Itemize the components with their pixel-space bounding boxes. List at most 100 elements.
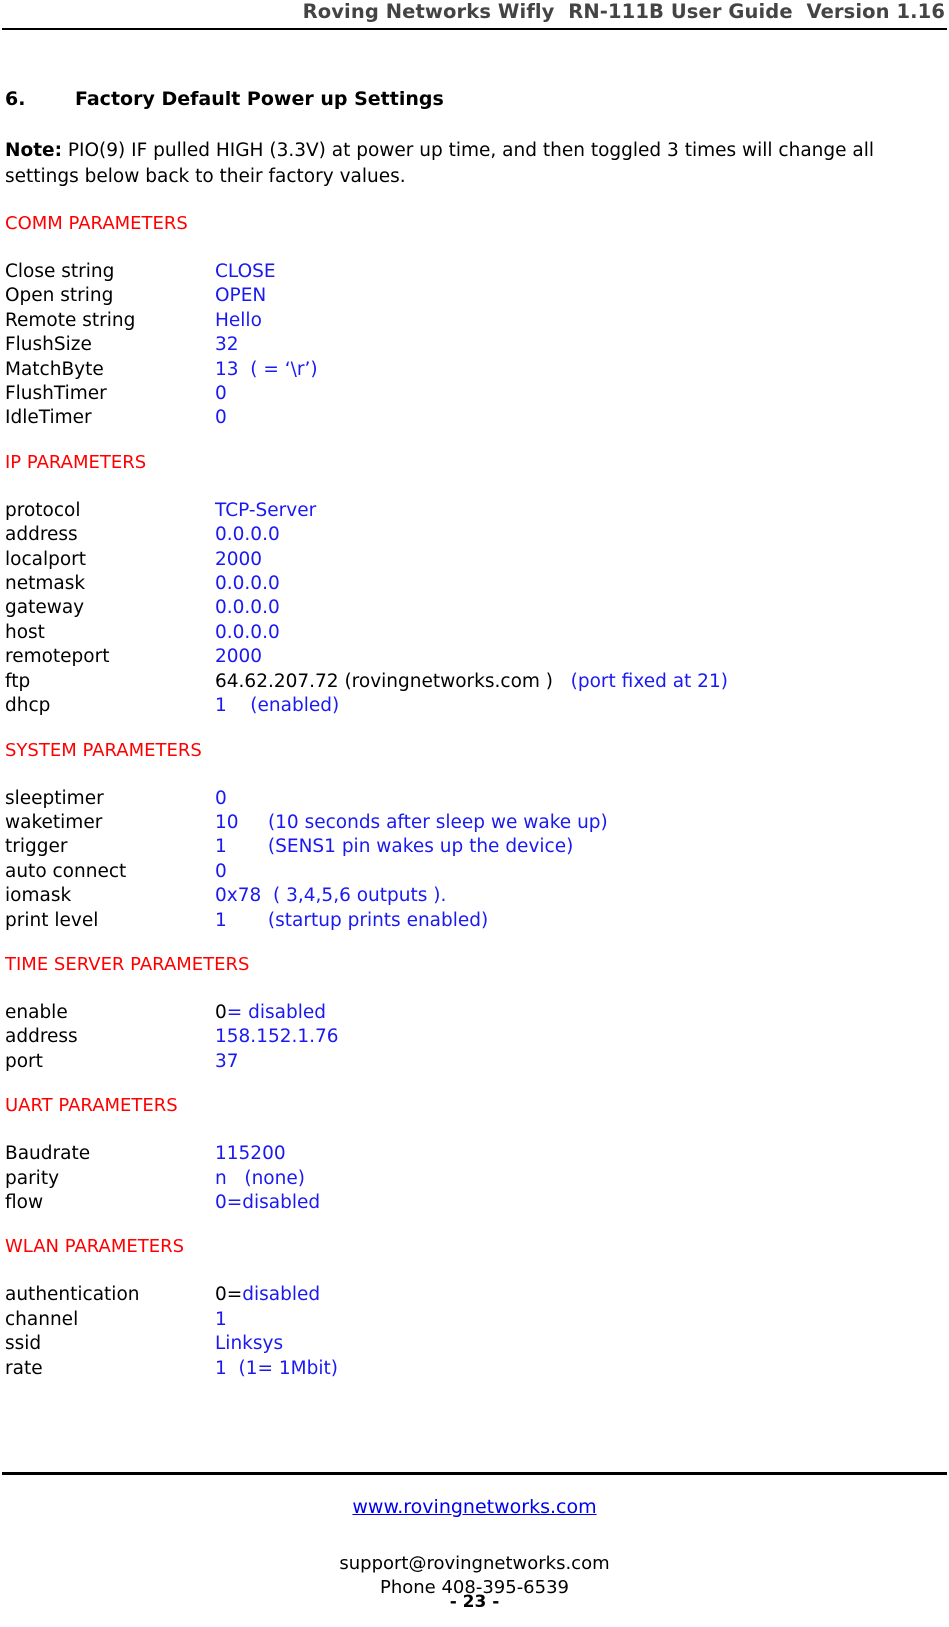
param-row: trigger 1 (SENS1 pin wakes up the device… <box>5 835 608 859</box>
section-title: Factory Default Power up Settings <box>75 88 444 110</box>
param-row: protocol TCP-Server <box>5 499 728 523</box>
param-value: 0 <box>215 860 227 882</box>
param-row: flow 0=disabled <box>5 1191 320 1215</box>
param-label: remoteport <box>5 646 110 668</box>
param-row: MatchByte 13 ( = ‘\r’) <box>5 358 318 382</box>
param-label: IdleTimer <box>5 407 92 429</box>
param-row: Open string OPEN <box>5 284 318 308</box>
param-row: FlushSize 32 <box>5 333 318 357</box>
param-label: Close string <box>5 261 115 282</box>
page-footer: www.rovingnetworks.com support@rovingnet… <box>0 1488 949 1600</box>
param-row: address 0.0.0.0 <box>5 523 728 547</box>
param-value: 0= disabled <box>215 1001 339 1025</box>
param-value: 13 ( = ‘\r’) <box>215 358 318 380</box>
footer-support-email: support@rovingnetworks.com <box>339 1553 610 1574</box>
param-row: waketimer 10 (10 seconds after sleep we … <box>5 811 608 835</box>
param-value: 37 <box>215 1050 239 1072</box>
group-title-comm: COMM PARAMETERS <box>5 213 188 234</box>
param-row: iomask 0x78 ( 3,4,5,6 outputs ). <box>5 884 608 908</box>
param-table-comm: Close string CLOSE Open string OPEN Remo… <box>5 260 318 431</box>
param-value: OPEN <box>215 285 267 307</box>
time-enable-digit: 0 <box>215 1001 227 1023</box>
param-row: IdleTimer 0 <box>5 406 318 430</box>
param-label: auto connect <box>5 860 127 882</box>
section-heading: 6. Factory Default Power up Settings <box>5 86 945 112</box>
param-value: 2000 <box>215 548 263 570</box>
group-title-uart: UART PARAMETERS <box>5 1095 178 1117</box>
page-number: - 23 - <box>449 1592 500 1612</box>
param-value: 0.0.0.0 <box>215 524 280 546</box>
param-value: 0.0.0.0 <box>215 573 280 595</box>
param-value: n (none) <box>215 1167 305 1189</box>
param-row: FlushTimer 0 <box>5 382 318 406</box>
param-row: sleeptimer 0 <box>5 787 608 811</box>
group-title-wlan: WLAN PARAMETERS <box>5 1236 185 1258</box>
param-label: channel <box>5 1308 79 1330</box>
footer-website-link[interactable]: www.rovingnetworks.com <box>0 1494 949 1520</box>
running-header-title: Roving Networks Wifly RN-111B User Guide… <box>302 0 945 23</box>
param-value: 0=disabled <box>215 1283 338 1307</box>
param-row: authentication 0=disabled <box>5 1283 338 1307</box>
param-value: 0=disabled <box>215 1191 321 1213</box>
time-enable-note: = disabled <box>226 1001 327 1023</box>
footer-divider-rule <box>2 1472 947 1475</box>
note-paragraph: Note: PIO(9) IF pulled HIGH (3.3V) at po… <box>5 138 910 190</box>
param-value: 64.62.207.72 (rovingnetworks.com ) (port… <box>215 670 728 694</box>
param-value: 0.0.0.0 <box>215 597 280 619</box>
param-label: ssid <box>5 1333 42 1355</box>
param-row: channel 1 <box>5 1308 338 1332</box>
param-row: print level 1 (startup prints enabled) <box>5 909 608 933</box>
param-row: localport 2000 <box>5 548 728 572</box>
param-label: netmask <box>5 573 86 595</box>
param-table-wlan: authentication 0=disabled channel 1 ssid… <box>5 1283 338 1381</box>
param-label: Remote string <box>5 309 136 331</box>
param-label: print level <box>5 909 99 931</box>
param-row: auto connect 0 <box>5 860 608 884</box>
param-row: Baudrate 115200 <box>5 1142 320 1166</box>
param-row: enable 0= disabled <box>5 1001 339 1025</box>
param-value: 0 <box>215 407 227 429</box>
param-label: FlushSize <box>5 334 92 356</box>
param-value: 1 (SENS1 pin wakes up the device) <box>215 836 574 858</box>
param-value: CLOSE <box>215 261 276 282</box>
note-text: PIO(9) IF pulled HIGH (3.3V) at power up… <box>5 140 875 187</box>
param-row: netmask 0.0.0.0 <box>5 572 728 596</box>
param-table-ip: protocol TCP-Server address 0.0.0.0 loca… <box>5 499 728 719</box>
param-label: MatchByte <box>5 358 104 380</box>
param-label: rate <box>5 1357 43 1379</box>
param-value: 1 (enabled) <box>215 695 340 717</box>
param-row: Close string CLOSE <box>5 260 318 284</box>
param-label: address <box>5 524 78 546</box>
section-number: 6. <box>5 88 26 110</box>
param-value: 0 <box>215 787 227 809</box>
group-title-time-server: TIME SERVER PARAMETERS <box>5 953 250 975</box>
param-row: remoteport 2000 <box>5 645 728 669</box>
param-label: parity <box>5 1167 60 1189</box>
param-row: address 158.152.1.76 <box>5 1025 339 1049</box>
header-divider-rule <box>2 28 947 30</box>
ftp-port-note: (port fixed at 21) <box>553 670 728 692</box>
param-label: sleeptimer <box>5 787 104 809</box>
param-value: 1 (startup prints enabled) <box>215 909 489 931</box>
group-title-system: SYSTEM PARAMETERS <box>5 739 202 761</box>
param-value: Linksys <box>215 1333 284 1355</box>
param-row: dhcp 1 (enabled) <box>5 694 728 718</box>
param-label: waketimer <box>5 811 103 833</box>
param-row: gateway 0.0.0.0 <box>5 596 728 620</box>
param-label: localport <box>5 548 87 570</box>
param-value: 0 <box>215 383 227 405</box>
param-value: 0.0.0.0 <box>215 621 280 643</box>
group-title-ip: IP PARAMETERS <box>5 451 147 473</box>
param-label: FlushTimer <box>5 383 107 405</box>
param-label: host <box>5 621 45 643</box>
param-value: 0x78 ( 3,4,5,6 outputs ). <box>215 885 447 907</box>
param-label: authentication <box>5 1284 140 1306</box>
param-label: protocol <box>5 499 81 521</box>
param-label: iomask <box>5 885 72 907</box>
param-label: trigger <box>5 836 68 858</box>
param-row: host 0.0.0.0 <box>5 621 728 645</box>
param-row: port 37 <box>5 1050 339 1074</box>
param-value: Hello <box>215 309 262 331</box>
param-label: enable <box>5 1001 68 1023</box>
param-label: Open string <box>5 285 114 307</box>
